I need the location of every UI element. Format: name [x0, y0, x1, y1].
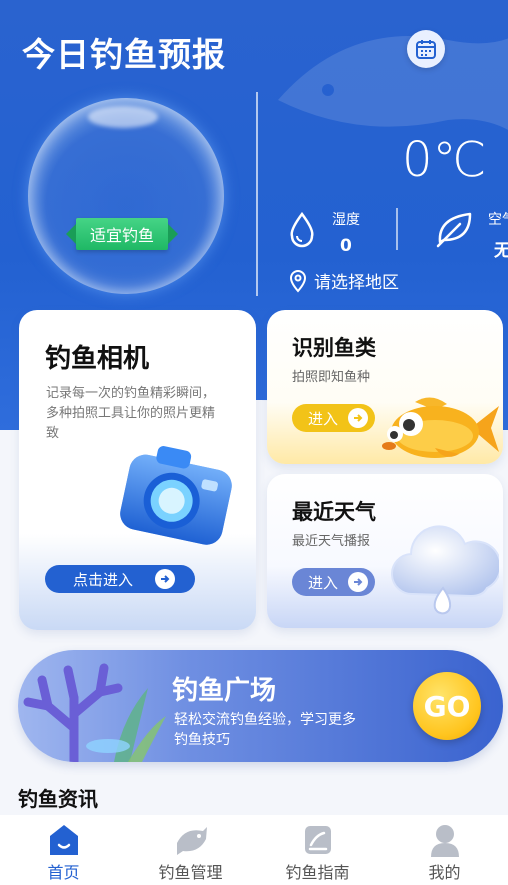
region-selector[interactable]: 请选择地区 — [288, 268, 399, 293]
fish-card-title: 识别鱼类 — [292, 336, 376, 360]
fishing-camera-card[interactable]: 钓鱼相机 记录每一次的钓鱼精彩瞬间，多种拍照工具让你的照片更精致 点击进入 — [19, 310, 256, 630]
arrow-right-icon — [155, 569, 176, 589]
guide-icon — [304, 826, 331, 854]
humidity-label: 湿度 — [332, 212, 360, 228]
location-pin-icon — [289, 269, 307, 293]
tab-profile[interactable]: 我的 — [381, 815, 508, 885]
humidity-drop-icon — [290, 212, 314, 248]
coral-icon — [23, 663, 166, 762]
calendar-button[interactable] — [407, 30, 445, 68]
tab-fishing-guide-label: 钓鱼指南 — [285, 863, 350, 882]
humidity-value: 0 — [340, 236, 352, 256]
bubble-shine — [88, 106, 158, 128]
camera-icon — [120, 446, 232, 545]
region-label: 请选择地区 — [314, 273, 399, 293]
weather-enter-label: 进入 — [308, 573, 339, 592]
fish-enter-button[interactable]: 进入 — [292, 404, 375, 432]
news-section-title: 钓鱼资讯 — [18, 787, 98, 811]
camera-card-title: 钓鱼相机 — [45, 344, 150, 374]
identify-fish-card[interactable]: 识别鱼类 拍照即知鱼种 进入 — [267, 310, 503, 464]
camera-enter-button[interactable]: 点击进入 — [45, 565, 195, 593]
tab-profile-label: 我的 — [428, 863, 461, 882]
weather-card-subtitle: 最近天气播报 — [292, 534, 371, 549]
goldfish-icon — [382, 397, 499, 458]
forecast-bubble — [28, 98, 224, 294]
tab-fishing-management[interactable]: 钓鱼管理 — [127, 815, 254, 885]
fish-icon — [176, 827, 207, 855]
weather-card-title: 最近天气 — [292, 500, 376, 524]
arrow-right-icon — [348, 408, 369, 428]
user-icon — [430, 825, 459, 857]
go-button[interactable]: GO — [413, 672, 481, 740]
calendar-icon — [416, 40, 436, 59]
fishing-status-badge: 适宜钓鱼 — [65, 218, 179, 250]
plaza-desc: 轻松交流钓鱼经验，学习更多钓鱼技巧 — [174, 712, 356, 748]
tab-home-label: 首页 — [47, 863, 80, 882]
page-title: 今日钓鱼预报 — [22, 35, 226, 74]
air-label: 空气 — [488, 212, 508, 228]
stat-divider — [396, 208, 398, 250]
temperature-value: 0℃ — [402, 132, 487, 188]
camera-card-desc: 记录每一次的钓鱼精彩瞬间，多种拍照工具让你的照片更精致 — [46, 386, 216, 441]
tab-home[interactable]: 首页 — [0, 815, 127, 885]
header-divider — [256, 92, 258, 296]
bottom-tab-bar: 首页 钓鱼管理 钓鱼指南 我的 — [0, 815, 508, 885]
tab-fishing-management-label: 钓鱼管理 — [158, 863, 223, 882]
weather-enter-button[interactable]: 进入 — [292, 568, 375, 596]
plaza-title: 钓鱼广场 — [172, 676, 277, 706]
arrow-right-icon — [348, 572, 369, 592]
air-value: 无 — [494, 241, 508, 261]
cloud-rain-icon — [391, 525, 499, 615]
home-icon — [49, 825, 78, 855]
recent-weather-card[interactable]: 最近天气 最近天气播报 进入 — [267, 474, 503, 628]
leaf-icon — [436, 212, 472, 248]
fish-enter-label: 进入 — [308, 409, 339, 428]
tab-fishing-guide[interactable]: 钓鱼指南 — [254, 815, 381, 885]
camera-enter-label: 点击进入 — [73, 570, 134, 589]
fish-card-subtitle: 拍照即知鱼种 — [292, 370, 371, 385]
fishing-plaza-banner[interactable]: 钓鱼广场 轻松交流钓鱼经验，学习更多钓鱼技巧 GO — [18, 650, 503, 762]
